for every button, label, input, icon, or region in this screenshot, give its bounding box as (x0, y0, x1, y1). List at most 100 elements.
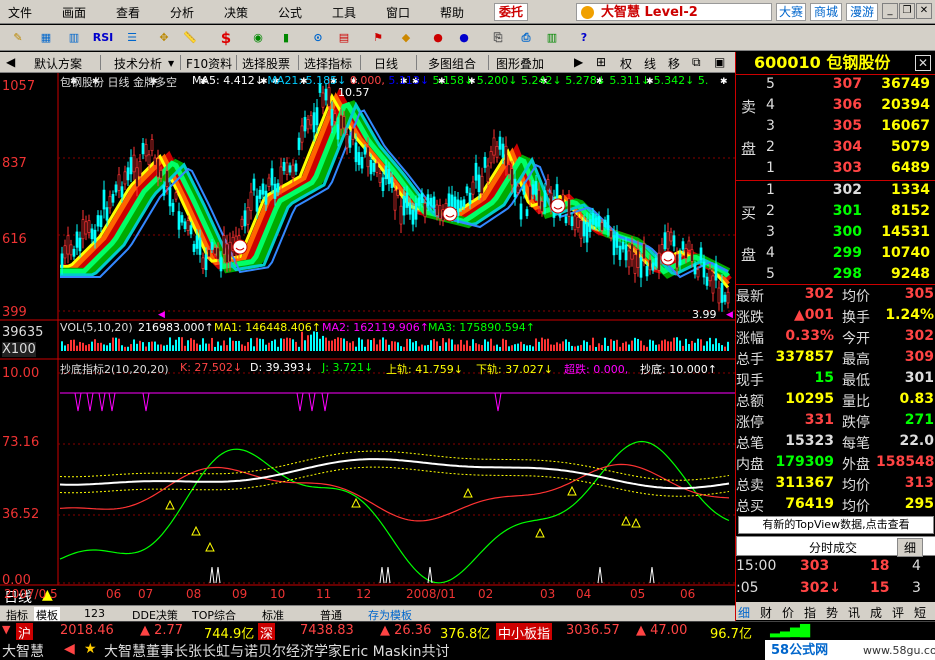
tab-select-stock[interactable]: 选择股票 (242, 55, 290, 72)
panel-close-icon[interactable]: ✕ (915, 55, 931, 71)
candle-body (72, 248, 76, 257)
tab-overlay[interactable]: 图形叠加 (496, 55, 544, 72)
candle-body (714, 263, 718, 281)
rtab-review[interactable]: 评 (892, 604, 904, 621)
diamond-icon[interactable]: ◆ (396, 29, 416, 47)
list-icon[interactable]: ☰ (122, 29, 142, 47)
eye-icon[interactable]: ◉ (248, 29, 268, 47)
candle-body (489, 151, 493, 164)
mall-button[interactable]: 商城 (810, 3, 842, 21)
bid-volume: 9248 (891, 266, 930, 282)
oversold-mark (98, 392, 106, 412)
candle-body (165, 170, 169, 188)
rtab-short[interactable]: 短 (914, 604, 926, 621)
menu-formula[interactable]: 公式 (278, 4, 302, 21)
ask-row-4[interactable]: 4 306 20394 (736, 97, 935, 118)
bars-icon[interactable]: ▮ (276, 29, 296, 47)
volume-bar (415, 341, 417, 351)
tick-detail-button[interactable]: 细 (897, 538, 924, 557)
brand-logo: 大智慧 Level-2 (576, 3, 772, 21)
candle-body (459, 200, 463, 209)
rsi-button[interactable]: RSI (90, 29, 116, 47)
ask-row-2[interactable]: 2 304 5079 (736, 139, 935, 160)
bid-row-4[interactable]: 4 299 10740 (736, 245, 935, 266)
restore-icon[interactable]: ❐ (899, 3, 915, 19)
scroll-right-icon[interactable]: ▶ (574, 55, 583, 69)
tab-line[interactable]: 线 (644, 55, 656, 72)
volume-bar (166, 344, 168, 351)
vol-unit-label: X100 (2, 342, 36, 357)
ticker-news[interactable]: 大智慧董事长张长虹与诺贝尔经济学家Eric Maskin共讨 (104, 641, 449, 660)
menu-screen[interactable]: 画面 (62, 4, 86, 21)
menu-decision[interactable]: 决策 (224, 4, 248, 21)
menu-file[interactable]: 文件 (8, 4, 32, 21)
rtab-index[interactable]: 指 (804, 604, 816, 621)
volume-bar (340, 337, 342, 351)
dollar-icon[interactable]: $ (216, 29, 236, 47)
volume-bar (283, 338, 285, 351)
rtab-deal[interactable]: 成 (870, 604, 882, 621)
ma-value-9: 5.342↓ (653, 74, 698, 87)
max-icon[interactable]: ▣ (714, 55, 725, 69)
minimize-icon[interactable]: _ (882, 3, 898, 19)
ask-row-3[interactable]: 3 305 16067 (736, 118, 935, 139)
bid-row-1[interactable]: 1 302 1334 (736, 182, 935, 203)
volume-bar (394, 341, 396, 351)
menu-view[interactable]: 查看 (116, 4, 140, 21)
volume-bar (637, 338, 639, 351)
entrust-button[interactable]: 委托 (494, 3, 528, 21)
volume-bar (61, 341, 63, 351)
news-icon[interactable]: ▤ (334, 29, 354, 47)
menu-help[interactable]: 帮助 (440, 4, 464, 21)
ask-row-5[interactable]: 5 307 36749 (736, 76, 935, 97)
ruler-icon[interactable]: 📏 (180, 29, 200, 47)
ticker-arrow-icon[interactable]: ◀ (64, 641, 75, 657)
print-icon[interactable]: ⎙ (516, 29, 536, 47)
candle-body (684, 248, 688, 259)
grid-icon[interactable]: ⊞ (596, 55, 606, 69)
binocular-icon[interactable]: ⊙ (308, 29, 328, 47)
tab-multi-combo[interactable]: 多图组合 (428, 55, 476, 72)
chart-area[interactable]: ✱ ✱ ✱ ✱ ✱ ✱ ✱ ✱ ✱ ✱ ✱ ✱ ✱ ✱ ✱ ✱ ✱ ◀ ◀ 包钢股份 日线 金牌多空 MA5: 4.… (0, 73, 735, 606)
candle-body (129, 157, 133, 175)
candle-body (594, 217, 598, 227)
move-icon[interactable]: ✥ (154, 29, 174, 47)
scroll-left-icon[interactable]: ◀ (6, 55, 15, 69)
tab-default-scheme[interactable]: 默认方案 (34, 55, 82, 72)
rtab-trend[interactable]: 势 (826, 604, 838, 621)
window-icon[interactable]: ⧉ (692, 55, 701, 70)
tab-tech-analysis[interactable]: 技术分析 (114, 55, 162, 72)
tab-select-indicator[interactable]: 选择指标 (304, 55, 352, 72)
copy-icon[interactable]: ⎘ (488, 29, 508, 47)
tab-f10[interactable]: F10资料 (186, 55, 232, 72)
rtab-detail[interactable]: 细 (738, 604, 750, 621)
tab-daily[interactable]: 日线 (374, 55, 398, 72)
blue-ball-icon[interactable]: ● (454, 29, 474, 47)
minute-chart-icon[interactable]: ▦ (36, 29, 56, 47)
btab-123[interactable]: 123 (84, 607, 105, 620)
menu-tools[interactable]: 工具 (332, 4, 356, 21)
books-icon[interactable]: ▥ (542, 29, 562, 47)
rtab-finance[interactable]: 财 (760, 604, 772, 621)
contest-button[interactable]: 大赛 (776, 3, 806, 21)
close-icon[interactable]: ✕ (916, 3, 932, 19)
topview-notice[interactable]: 有新的TopView数据,点击查看 (738, 516, 934, 534)
rtab-price[interactable]: 价 (782, 604, 794, 621)
dropdown-icon[interactable]: ▼ (168, 59, 174, 68)
candle-body (432, 196, 436, 208)
alert-icon[interactable]: ⚑ (368, 29, 388, 47)
rtab-news[interactable]: 讯 (848, 604, 860, 621)
tick-row: 15:00 303 18 4 (736, 558, 921, 574)
help-arrow-icon[interactable]: ? (574, 29, 594, 47)
ask-row-1[interactable]: 1 303 6489 (736, 160, 935, 181)
menu-window[interactable]: 窗口 (386, 4, 410, 21)
menu-analyze[interactable]: 分析 (170, 4, 194, 21)
red-ball-icon[interactable]: ● (428, 29, 448, 47)
roam-button[interactable]: 漫游 (846, 3, 878, 21)
bid-row-2[interactable]: 2 301 8152 (736, 203, 935, 224)
pencil-icon[interactable]: ✎ (8, 29, 28, 47)
kline-chart-icon[interactable]: ▥ (64, 29, 84, 47)
tab-rights[interactable]: 权 (620, 55, 632, 72)
bid-row-3[interactable]: 3 300 14531 (736, 224, 935, 245)
tab-move[interactable]: 移 (668, 55, 680, 72)
